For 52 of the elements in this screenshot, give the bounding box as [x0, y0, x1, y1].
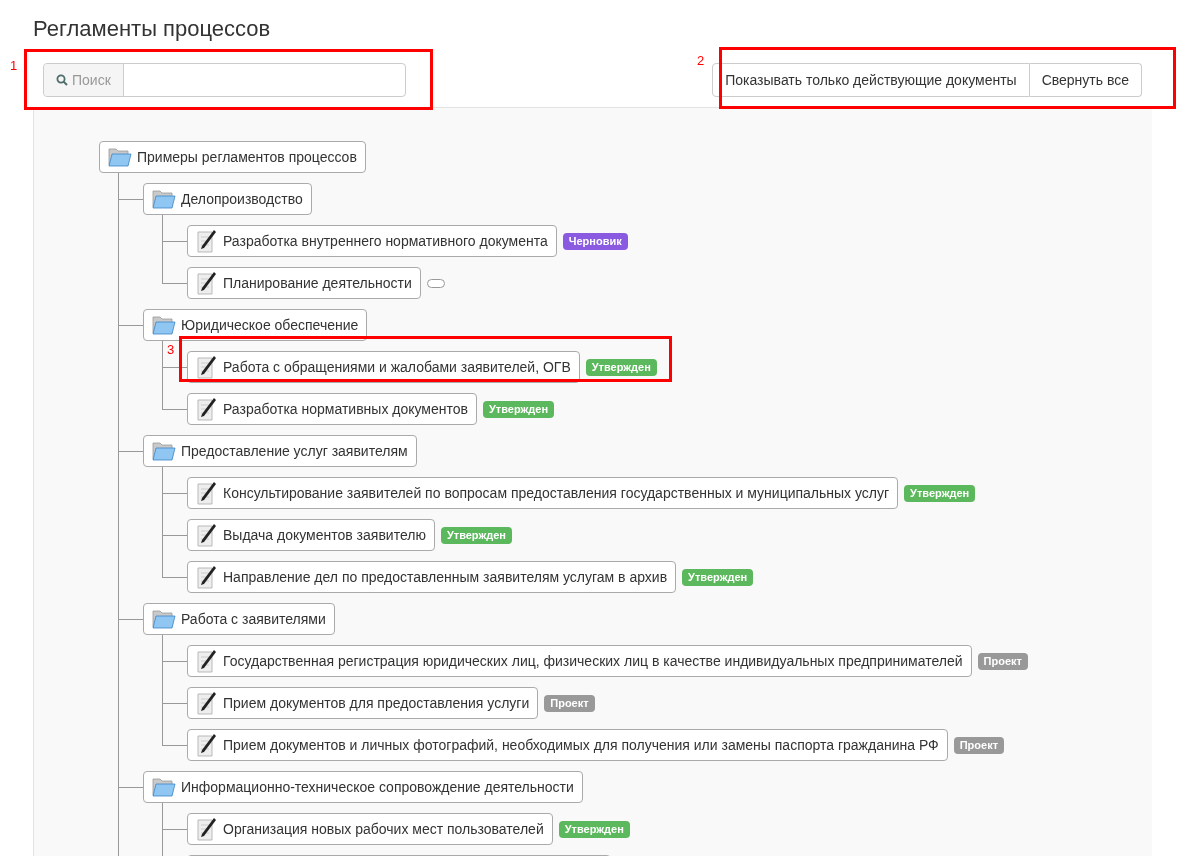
document-node[interactable]: Разработка нормативных документов — [187, 393, 477, 425]
folder-icon — [152, 315, 176, 335]
folder-icon — [152, 441, 176, 461]
annotation-number: 2 — [697, 53, 705, 69]
status-badge: Черновик — [562, 232, 628, 250]
document-node[interactable]: Прием документов и личных фотографий, необходимых для получения или замены паспорта гражданина РФ — [187, 729, 948, 761]
pencil-document-icon — [196, 481, 218, 505]
folder-node[interactable]: Информационно-техническое сопровождение деятельности — [143, 771, 583, 803]
folder-icon — [152, 609, 176, 629]
status-badge: Утвержден — [585, 358, 657, 376]
annotation-number: 1 — [10, 58, 18, 74]
status-badge: Утвержден — [483, 400, 555, 418]
folder-node[interactable]: Работа с заявителями — [143, 603, 335, 635]
document-node[interactable]: Консультирование заявителей по вопросам предоставления государственных и муниципальных услуг — [187, 477, 899, 509]
folder-node[interactable]: Делопроизводство — [143, 183, 312, 215]
status-badge: Утвержден — [440, 526, 512, 544]
folder-icon — [152, 777, 176, 797]
page-title: Регламенты процессов — [33, 15, 272, 43]
pencil-document-icon — [196, 397, 218, 421]
document-node[interactable]: Государственная регистрация юридических лиц, физических лиц в качестве индивидуальных предпринимателей — [187, 645, 972, 677]
status-badge: Проект — [544, 694, 595, 712]
folder-icon — [152, 189, 176, 209]
pencil-document-icon — [196, 523, 218, 547]
document-node[interactable]: Организация новых рабочих мест пользователей — [187, 813, 553, 845]
document-node[interactable]: Направление дел по предоставленным заявителям услугам в архив — [187, 561, 677, 593]
pencil-document-icon — [196, 229, 218, 253]
folder-icon — [108, 147, 132, 167]
annotation-number: 3 — [167, 342, 175, 358]
folder-node[interactable]: Предоставление услуг заявителям — [143, 435, 417, 467]
filter-button[interactable]: Показывать только действующие документы — [712, 63, 1030, 97]
document-node[interactable]: Планирование деятельности — [187, 267, 421, 299]
status-badge: Утвержден — [904, 484, 976, 502]
search-label: Поиск — [72, 70, 111, 90]
pencil-document-icon — [196, 355, 218, 379]
status-badge: Утвержден — [558, 820, 630, 838]
pencil-document-icon — [196, 271, 218, 295]
document-node[interactable]: Прием документов для предоставления услуги — [187, 687, 539, 719]
collapse-button[interactable]: Свернуть все — [1029, 63, 1142, 97]
pencil-document-icon — [196, 733, 218, 757]
document-node[interactable]: Выдача документов заявителю — [187, 519, 435, 551]
empty-status-badge — [426, 278, 445, 288]
status-badge: Проект — [977, 652, 1028, 670]
search-icon — [56, 74, 68, 86]
folder-node[interactable]: Юридическое обеспечение — [143, 309, 368, 341]
pencil-document-icon — [196, 565, 218, 589]
status-badge: Утвержден — [682, 568, 754, 586]
folder-node[interactable]: Примеры регламентов процессов — [99, 141, 366, 173]
document-node[interactable]: Разработка внутреннего нормативного документа — [187, 225, 557, 257]
pencil-document-icon — [196, 649, 218, 673]
pencil-document-icon — [196, 817, 218, 841]
pencil-document-icon — [196, 691, 218, 715]
status-badge: Проект — [953, 736, 1005, 754]
